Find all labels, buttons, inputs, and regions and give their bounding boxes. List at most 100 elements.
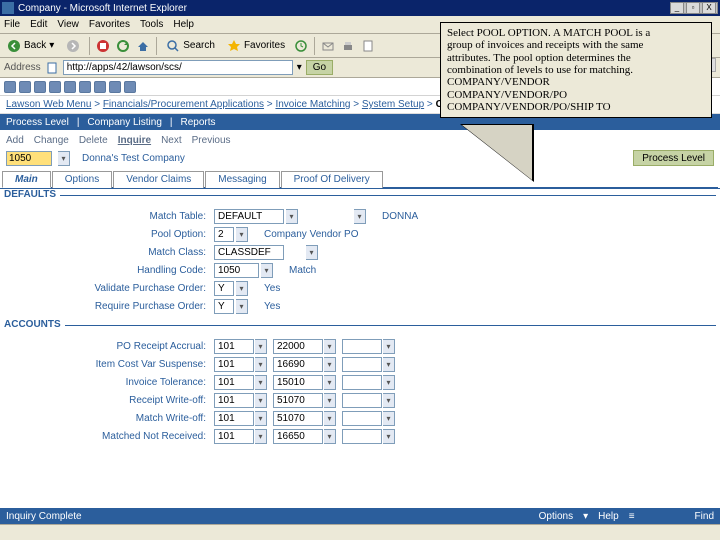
tab-company-listing[interactable]: Company Listing bbox=[87, 117, 161, 128]
crumb-financials[interactable]: Financials/Procurement Applications bbox=[103, 99, 264, 110]
drop-icon[interactable]: ▾ bbox=[236, 299, 248, 314]
drop-icon[interactable]: ▾ bbox=[261, 263, 273, 278]
back-button[interactable]: Back ▾ bbox=[4, 38, 57, 54]
acct-co[interactable] bbox=[214, 357, 254, 372]
drop-icon[interactable]: ▾ bbox=[286, 209, 298, 224]
drop-icon[interactable]: ▾ bbox=[255, 393, 267, 408]
acct-co[interactable] bbox=[214, 339, 254, 354]
validate-po-input[interactable] bbox=[214, 281, 234, 296]
outer-close-button[interactable]: X bbox=[702, 2, 716, 14]
drop-icon[interactable]: ▾ bbox=[236, 227, 248, 242]
stop-icon[interactable] bbox=[96, 39, 110, 53]
list-icon[interactable]: ≡ bbox=[629, 511, 635, 522]
history-icon[interactable] bbox=[294, 39, 308, 53]
formtab-options[interactable]: Options bbox=[52, 171, 112, 188]
drop-icon[interactable]: ▾ bbox=[383, 411, 395, 426]
outer-max-button[interactable]: ▫ bbox=[686, 2, 700, 14]
app-tool-icon[interactable] bbox=[124, 81, 136, 93]
acct-main[interactable] bbox=[273, 429, 323, 444]
handling-code-input[interactable] bbox=[214, 263, 259, 278]
menu-help[interactable]: Help bbox=[173, 19, 194, 30]
app-tool-icon[interactable] bbox=[64, 81, 76, 93]
drop-icon[interactable]: ▾ bbox=[236, 281, 248, 296]
drop-icon[interactable]: ▾ bbox=[255, 375, 267, 390]
mail-icon[interactable] bbox=[321, 39, 335, 53]
app-tool-icon[interactable] bbox=[49, 81, 61, 93]
company-drop-icon[interactable]: ▾ bbox=[58, 151, 70, 166]
drop-icon[interactable]: ▾ bbox=[383, 375, 395, 390]
require-po-input[interactable] bbox=[214, 299, 234, 314]
app-tool-icon[interactable] bbox=[19, 81, 31, 93]
app-tool-icon[interactable] bbox=[79, 81, 91, 93]
acct-sub[interactable] bbox=[342, 411, 382, 426]
drop-icon[interactable]: ▾ bbox=[324, 357, 336, 372]
drop-icon[interactable]: ▾ bbox=[383, 339, 395, 354]
action-previous[interactable]: Previous bbox=[192, 135, 231, 146]
acct-sub[interactable] bbox=[342, 429, 382, 444]
formtab-vendor-claims[interactable]: Vendor Claims bbox=[113, 171, 204, 188]
acct-sub[interactable] bbox=[342, 357, 382, 372]
addr-drop-icon[interactable]: ▾ bbox=[297, 62, 302, 73]
drop-icon[interactable]: ▾ bbox=[255, 357, 267, 372]
acct-co[interactable] bbox=[214, 429, 254, 444]
chevron-down-icon[interactable]: ▾ bbox=[583, 511, 588, 522]
drop-icon[interactable]: ▾ bbox=[324, 393, 336, 408]
menu-view[interactable]: View bbox=[57, 19, 79, 30]
pool-option-input[interactable] bbox=[214, 227, 234, 242]
go-button[interactable]: Go bbox=[306, 60, 333, 75]
acct-main[interactable] bbox=[273, 375, 323, 390]
app-tool-icon[interactable] bbox=[109, 81, 121, 93]
match-class-input[interactable] bbox=[214, 245, 284, 260]
acct-main[interactable] bbox=[273, 393, 323, 408]
action-inquire[interactable]: Inquire bbox=[118, 135, 151, 146]
acct-sub[interactable] bbox=[342, 375, 382, 390]
search-button[interactable]: Search bbox=[163, 38, 218, 54]
acct-co[interactable] bbox=[214, 375, 254, 390]
acct-co[interactable] bbox=[214, 393, 254, 408]
menu-file[interactable]: File bbox=[4, 19, 20, 30]
refresh-icon[interactable] bbox=[116, 39, 130, 53]
formtab-messaging[interactable]: Messaging bbox=[205, 171, 279, 188]
menu-edit[interactable]: Edit bbox=[30, 19, 47, 30]
tab-reports[interactable]: Reports bbox=[181, 117, 216, 128]
formtab-main[interactable]: Main bbox=[2, 171, 51, 188]
crumb-setup[interactable]: System Setup bbox=[362, 99, 424, 110]
drop-icon[interactable]: ▾ bbox=[383, 357, 395, 372]
drop-icon[interactable]: ▾ bbox=[324, 339, 336, 354]
status-help[interactable]: Help bbox=[598, 511, 619, 522]
status-find[interactable]: Find bbox=[695, 511, 714, 522]
drop-icon[interactable]: ▾ bbox=[324, 411, 336, 426]
forward-button[interactable] bbox=[63, 38, 83, 54]
drop-icon[interactable]: ▾ bbox=[383, 393, 395, 408]
action-add[interactable]: Add bbox=[6, 135, 24, 146]
favorites-button[interactable]: Favorites bbox=[224, 38, 288, 54]
acct-main[interactable] bbox=[273, 339, 323, 354]
action-change[interactable]: Change bbox=[34, 135, 69, 146]
match-table-input[interactable] bbox=[214, 209, 284, 224]
app-tool-icon[interactable] bbox=[94, 81, 106, 93]
drop-icon[interactable]: ▾ bbox=[255, 339, 267, 354]
drop-icon[interactable]: ▾ bbox=[255, 411, 267, 426]
drop-icon[interactable]: ▾ bbox=[383, 429, 395, 444]
drop-icon[interactable]: ▾ bbox=[306, 245, 318, 260]
process-level-button[interactable]: Process Level bbox=[633, 150, 714, 166]
acct-sub[interactable] bbox=[342, 393, 382, 408]
action-next[interactable]: Next bbox=[161, 135, 182, 146]
drop-icon[interactable]: ▾ bbox=[354, 209, 366, 224]
edit-icon[interactable] bbox=[361, 39, 375, 53]
tab-process-level[interactable]: Process Level bbox=[6, 117, 69, 128]
print-icon[interactable] bbox=[341, 39, 355, 53]
outer-min-button[interactable]: _ bbox=[670, 2, 684, 14]
company-input[interactable] bbox=[6, 151, 52, 166]
crumb-root[interactable]: Lawson Web Menu bbox=[6, 99, 91, 110]
menu-favorites[interactable]: Favorites bbox=[89, 19, 130, 30]
action-delete[interactable]: Delete bbox=[79, 135, 108, 146]
crumb-matching[interactable]: Invoice Matching bbox=[275, 99, 350, 110]
menu-tools[interactable]: Tools bbox=[140, 19, 163, 30]
drop-icon[interactable]: ▾ bbox=[324, 429, 336, 444]
address-input[interactable] bbox=[63, 60, 293, 75]
home-icon[interactable] bbox=[136, 39, 150, 53]
formtab-proof[interactable]: Proof Of Delivery bbox=[281, 171, 383, 188]
status-options[interactable]: Options bbox=[539, 511, 573, 522]
acct-main[interactable] bbox=[273, 411, 323, 426]
